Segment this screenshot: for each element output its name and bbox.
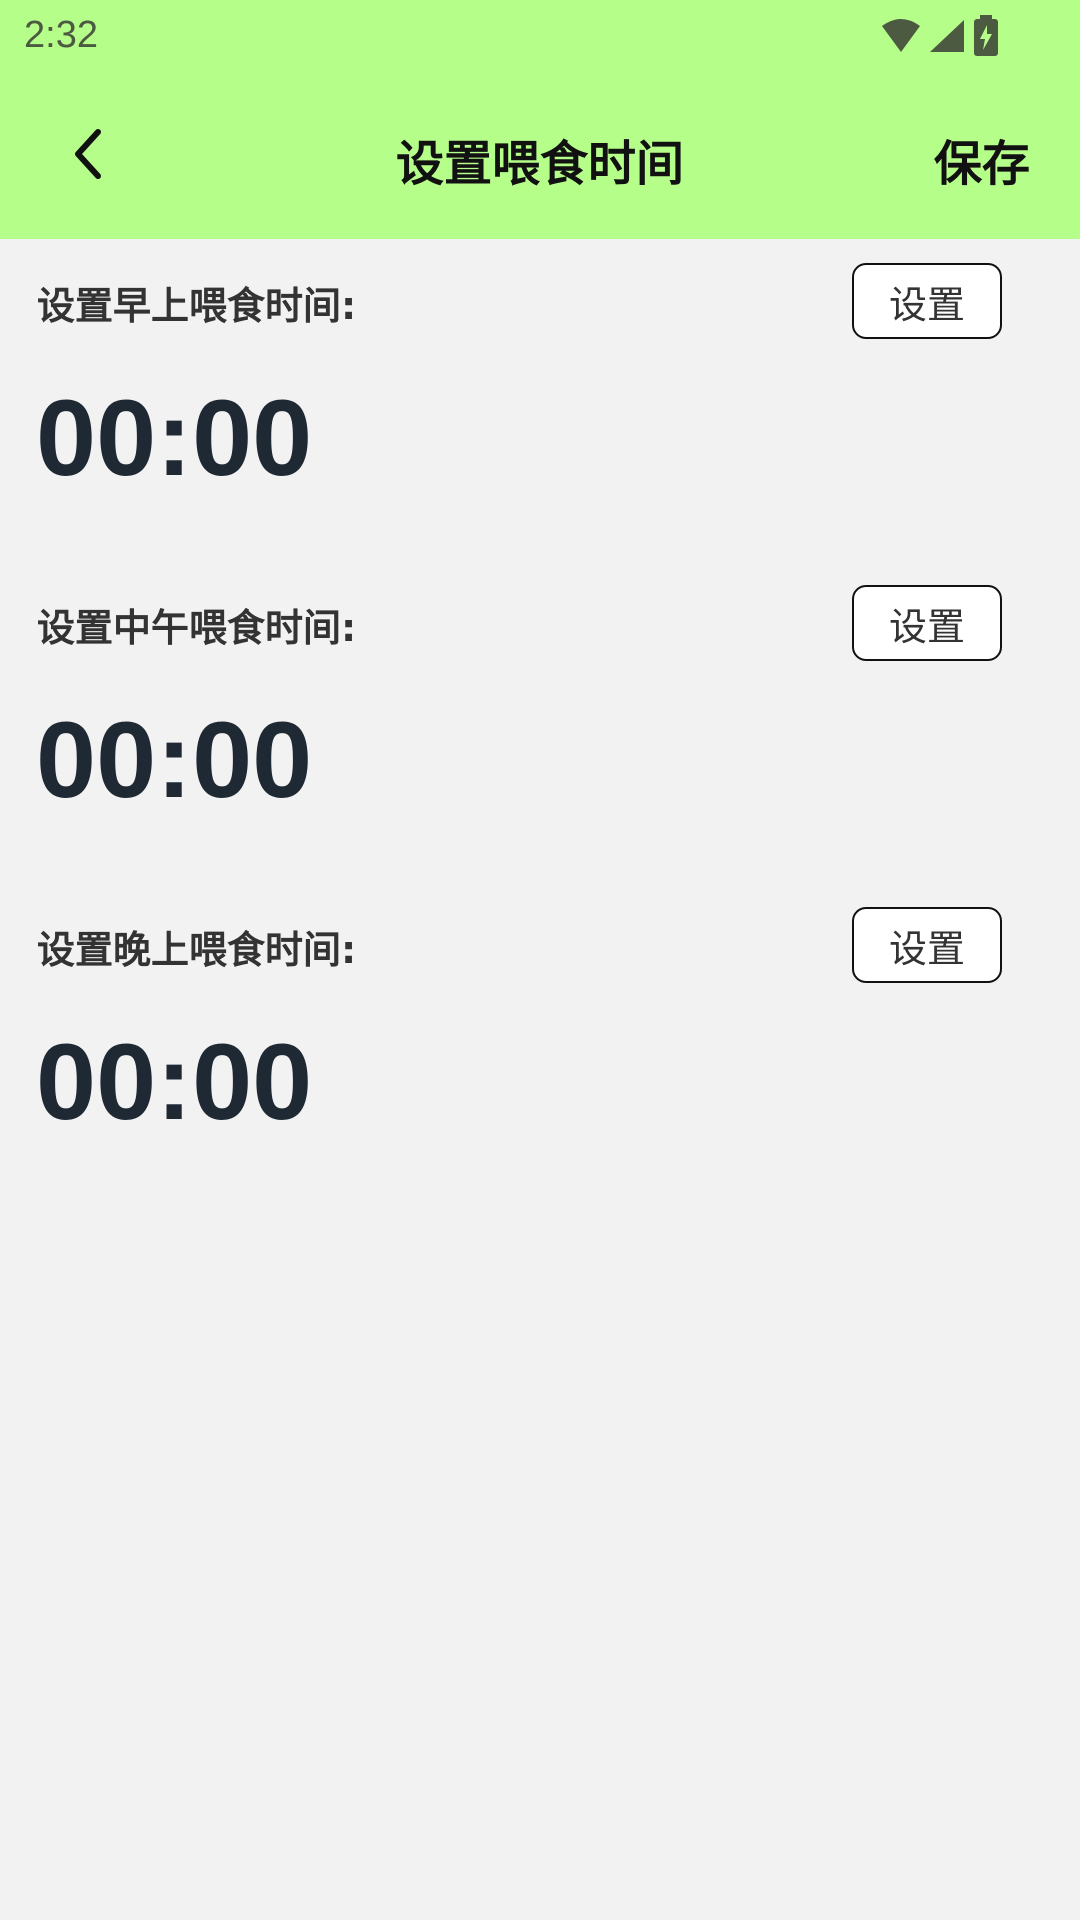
- wifi-icon: [882, 19, 920, 52]
- morning-feeding-section: 设置早上喂食时间: 设置 00:00: [0, 239, 1080, 561]
- noon-feeding-section: 设置中午喂食时间: 设置 00:00: [0, 561, 1080, 883]
- set-morning-time-button[interactable]: 设置: [852, 263, 1002, 339]
- evening-feeding-time: 00:00: [36, 1021, 313, 1142]
- battery-charging-icon: [974, 15, 998, 56]
- morning-feeding-time: 00:00: [36, 377, 313, 498]
- status-time: 2:32: [24, 14, 98, 56]
- set-evening-time-button[interactable]: 设置: [852, 907, 1002, 983]
- signal-icon: [930, 20, 964, 52]
- header-area: 2:32 设置喂食时间 保存: [0, 0, 1080, 239]
- page-title: 设置喂食时间: [395, 136, 684, 192]
- status-icons: [880, 15, 1000, 56]
- evening-feeding-label: 设置晚上喂食时间:: [37, 928, 357, 972]
- status-bar: 2:32: [0, 0, 1080, 74]
- noon-feeding-label: 设置中午喂食时间:: [37, 606, 357, 650]
- save-button[interactable]: 保存: [934, 124, 1030, 194]
- toolbar: 设置喂食时间 保存: [0, 74, 1080, 239]
- evening-feeding-section: 设置晚上喂食时间: 设置 00:00: [0, 883, 1080, 1205]
- set-noon-time-button[interactable]: 设置: [852, 585, 1002, 661]
- morning-feeding-label: 设置早上喂食时间:: [37, 284, 357, 328]
- noon-feeding-time: 00:00: [36, 699, 313, 820]
